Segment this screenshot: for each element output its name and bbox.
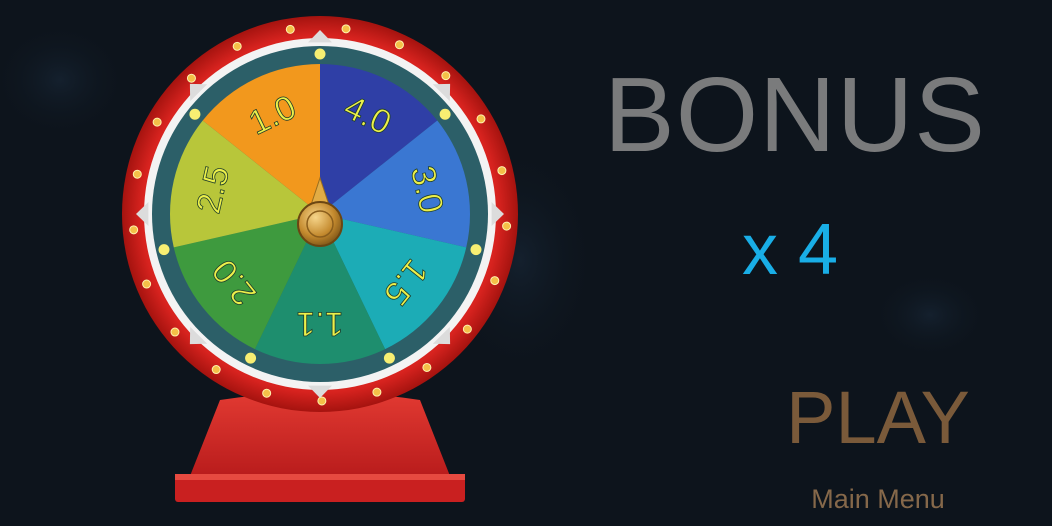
rim-bulb <box>394 40 404 50</box>
rim-bulb <box>490 276 500 286</box>
ring-dot <box>189 108 201 120</box>
rim-bulb <box>317 396 327 406</box>
rim-bulb <box>186 73 196 83</box>
ring-dot <box>439 108 451 120</box>
rim-bulb <box>142 279 152 289</box>
bonus-multiplier: x 4 <box>741 210 839 290</box>
rim-bulb <box>262 388 272 398</box>
rim-bulb <box>170 327 180 337</box>
main-menu-button[interactable]: Main Menu <box>788 482 968 516</box>
wheel-hub[interactable] <box>297 201 343 247</box>
rim-bulb <box>285 24 295 34</box>
prize-wheel[interactable]: 4.03.01.51.12.02.51.0 <box>110 0 540 526</box>
rim-bulb <box>462 324 472 334</box>
rim-bulb <box>211 365 221 375</box>
ring-dot <box>470 244 482 256</box>
rim-bulb <box>132 169 142 179</box>
ring-dot <box>158 244 170 256</box>
rim-bulb <box>232 41 242 51</box>
rim-bulb <box>152 117 162 127</box>
rim-bulb <box>497 166 507 176</box>
ring-dot <box>314 48 326 60</box>
rim-bulb <box>372 387 382 397</box>
bonus-title: BONUS <box>604 56 986 174</box>
rim-bulb <box>441 71 451 81</box>
rim-bulb <box>502 221 512 231</box>
rim-bulb <box>476 114 486 124</box>
rim-bulb <box>422 362 432 372</box>
wheel-segment-label: 1.1 <box>296 305 343 343</box>
rim-bulb <box>129 225 139 235</box>
ring-dot <box>383 352 395 364</box>
play-button[interactable]: PLAY <box>770 378 986 458</box>
ring-dot <box>245 352 257 364</box>
rim-bulb <box>341 24 351 34</box>
